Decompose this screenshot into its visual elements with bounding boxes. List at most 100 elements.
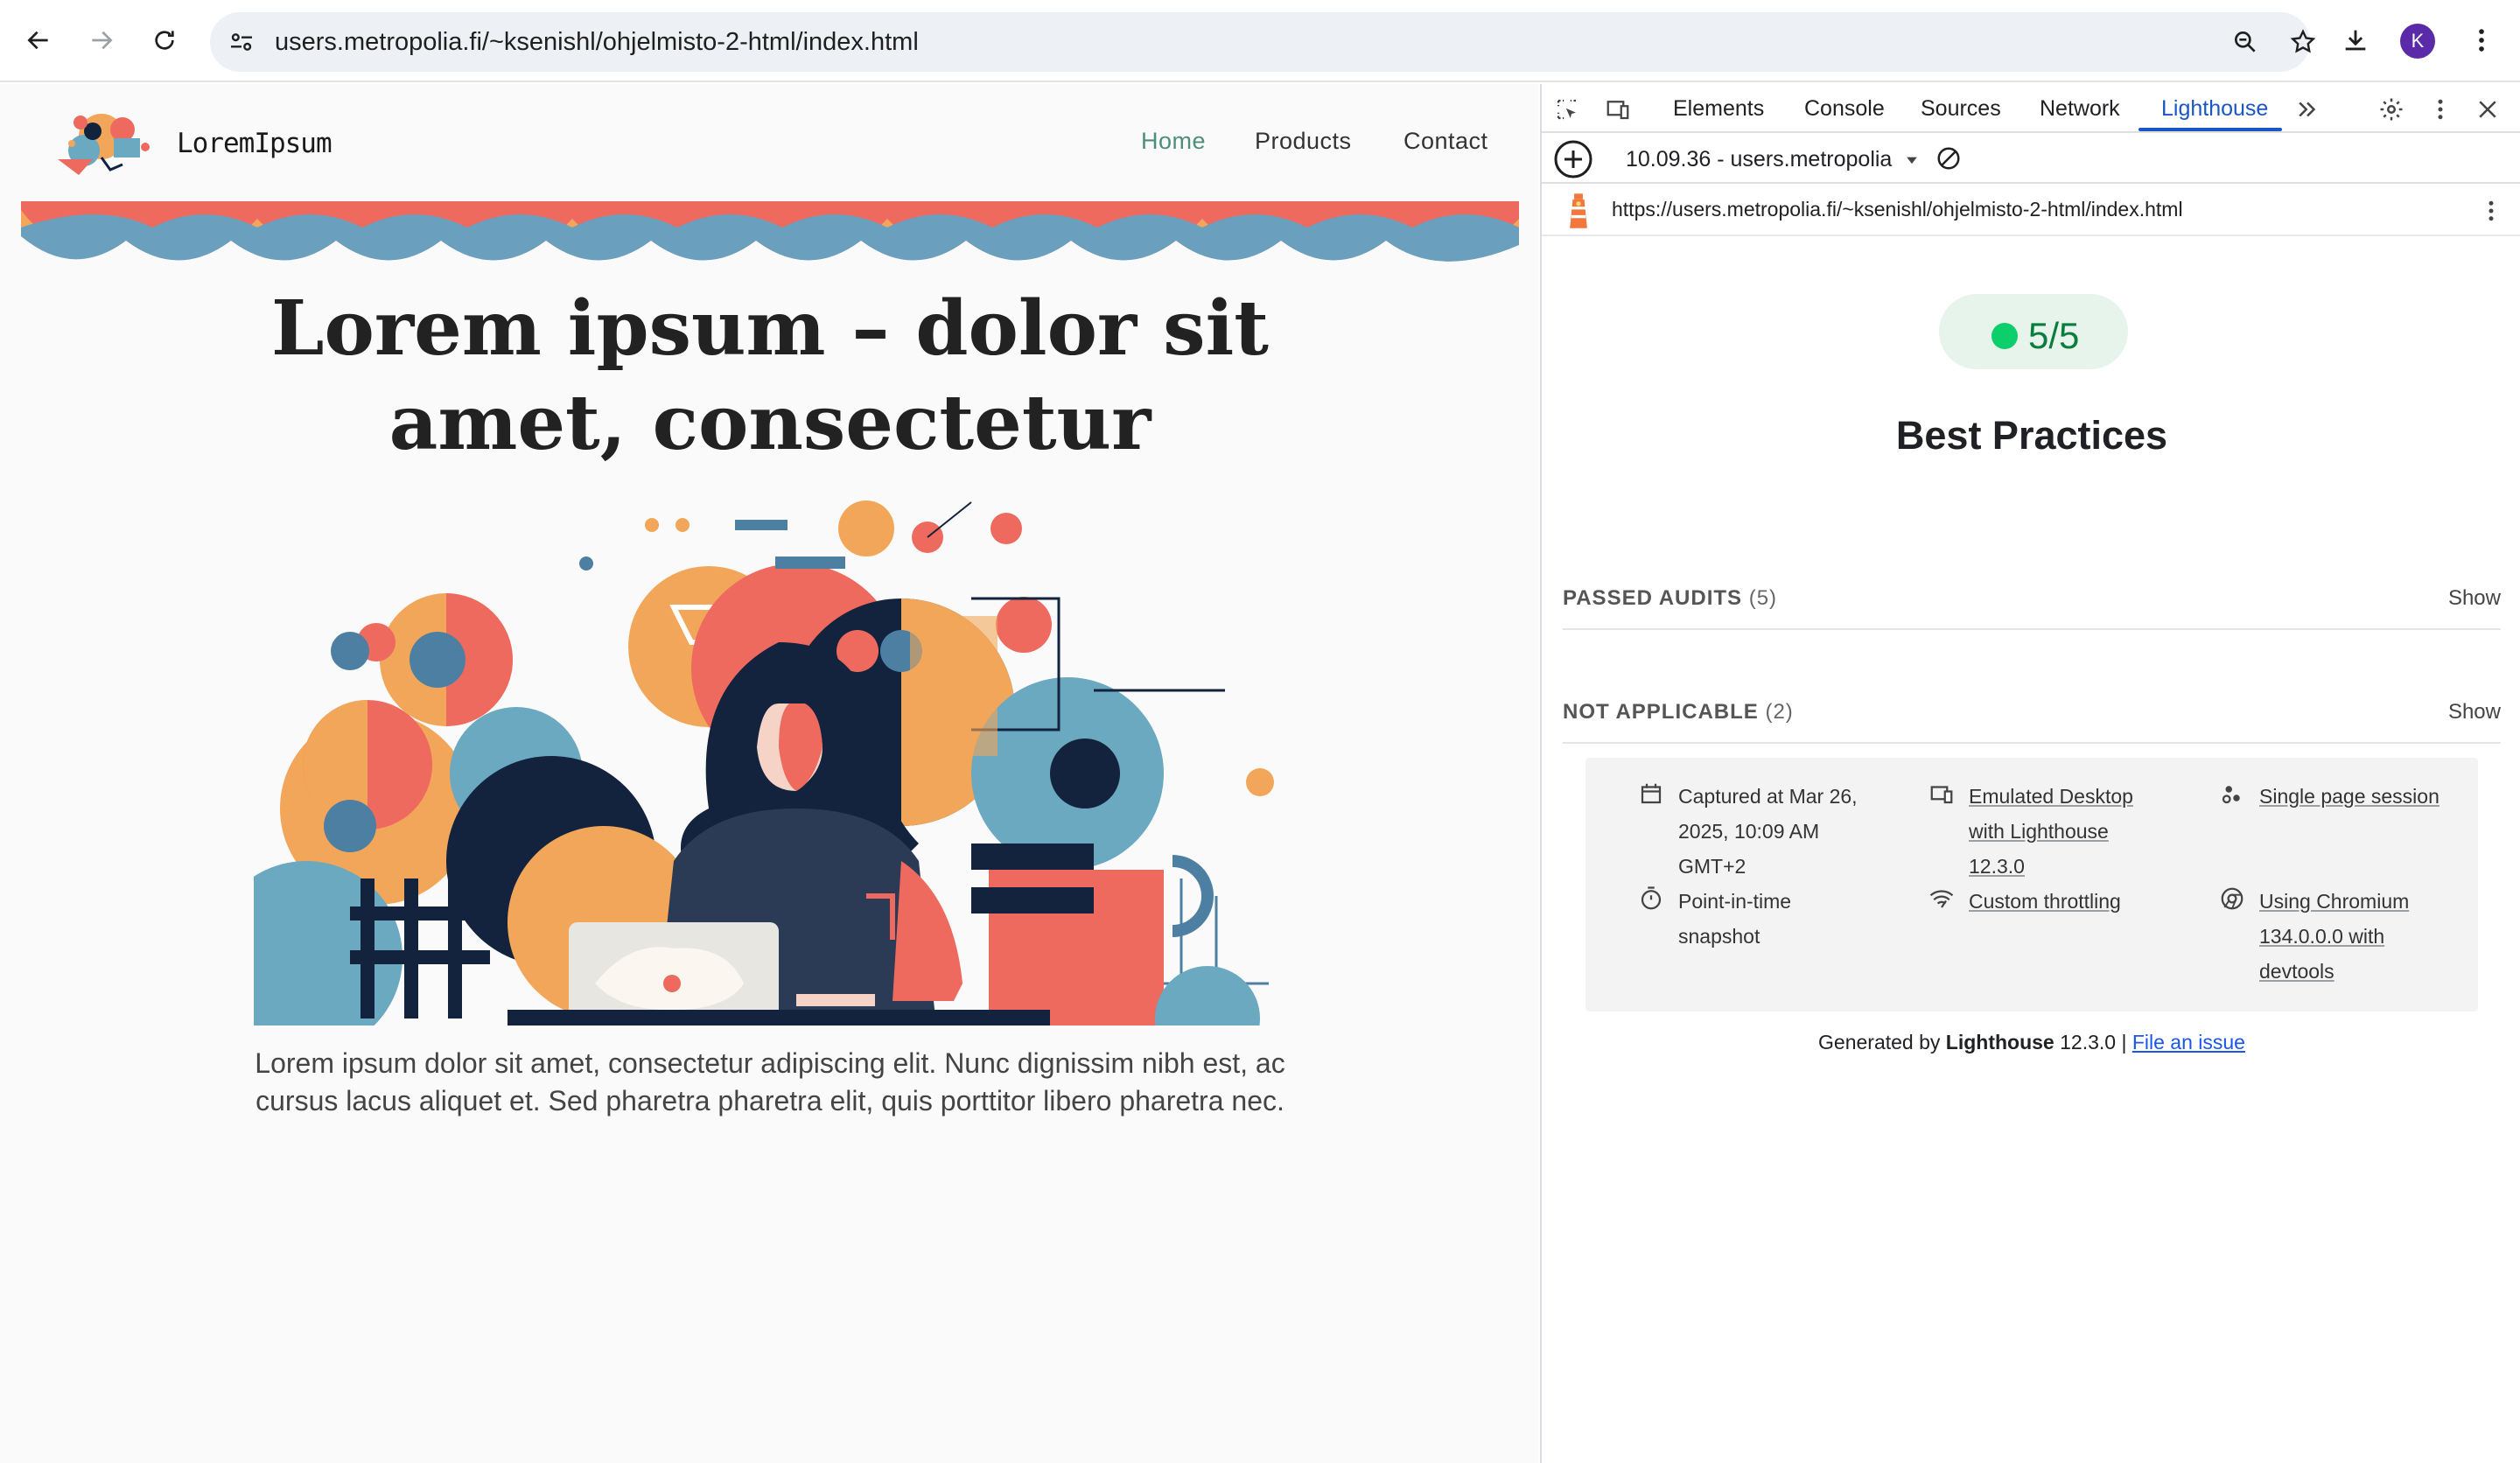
hero-paragraph-line-2: cursus lacus aliquet et. Sed pharetra ph… — [256, 1085, 1284, 1116]
meta-line: with Lighthouse — [1969, 820, 2109, 843]
meta-line: 12.3.0 — [1969, 855, 2025, 878]
reload-icon — [155, 31, 174, 50]
new-report-button[interactable] — [1549, 140, 1598, 178]
bookmark-button[interactable] — [2286, 24, 2320, 60]
score-badge: 5/5 — [1939, 294, 2128, 369]
device-toolbar-button[interactable] — [1603, 94, 1633, 124]
run-metadata-panel: Captured at Mar 26, 2025, 10:09 AM GMT+2… — [1586, 758, 2478, 1012]
meta-snapshot-text: Point-in-time snapshot — [1678, 884, 1791, 954]
lighthouse-toolbar: 10.09.36 - users.metropolia.fi — [1542, 133, 2520, 184]
tab-console[interactable]: Console — [1804, 96, 1885, 122]
decorative-wave-banner — [21, 201, 1519, 262]
zoom-icon — [2235, 31, 2256, 52]
meta-line: Single page session — [2259, 785, 2440, 808]
logo-icon[interactable] — [49, 96, 163, 184]
meta-throttling-text[interactable]: Custom throttling — [1969, 884, 2121, 919]
logo-text[interactable]: LoremIpsum — [177, 128, 332, 159]
meta-emulated-text[interactable]: Emulated Desktop with Lighthouse 12.3.0 — [1969, 779, 2133, 884]
meta-line: 134.0.0.0 with — [2259, 925, 2385, 948]
meta-line: 2025, 10:09 AM — [1678, 820, 1820, 843]
audit-group-label: PASSED AUDITS — [1563, 586, 1743, 610]
chromium-icon — [2221, 887, 2244, 910]
gear-icon — [2380, 98, 2403, 121]
hero-paragraph-line-1: Lorem ipsum dolor sit amet, consectetur … — [255, 1047, 1285, 1079]
devices-icon — [1930, 786, 1953, 804]
clear-reports-button[interactable] — [1934, 144, 1964, 173]
report-url[interactable]: https://users.metropolia.fi/~ksenishl/oh… — [1612, 198, 2183, 221]
tab-elements[interactable]: Elements — [1673, 96, 1764, 122]
close-icon — [2479, 101, 2496, 118]
kebab-menu-icon — [2479, 29, 2484, 52]
audit-group-passed[interactable]: PASSED AUDITS (5) Show — [1563, 567, 2501, 630]
close-devtools-button[interactable] — [2473, 94, 2502, 124]
browser-toolbar: users.metropolia.fi/~ksenishl/ohjelmisto… — [0, 0, 2520, 82]
tab-lighthouse[interactable]: Lighthouse — [2161, 96, 2268, 122]
audit-group-not-applicable[interactable]: NOT APPLICABLE (2) Show — [1563, 681, 2501, 744]
category-title: Best Practices — [1895, 413, 2168, 458]
show-not-applicable-button[interactable]: Show — [2448, 700, 2501, 724]
reload-button[interactable] — [144, 19, 186, 61]
show-passed-audits-button[interactable]: Show — [2448, 586, 2501, 611]
nav-link-contact[interactable]: Contact — [1404, 128, 1488, 155]
browser-menu-button[interactable] — [2460, 19, 2502, 61]
meta-line: GMT+2 — [1678, 855, 1746, 878]
meta-line: snapshot — [1678, 925, 1760, 948]
more-tabs-button[interactable] — [2292, 94, 2322, 124]
report-menu-button[interactable] — [2476, 196, 2506, 226]
audit-group-label: NOT APPLICABLE — [1563, 700, 1759, 724]
audit-group-title: NOT APPLICABLE (2) — [1563, 700, 1794, 724]
file-issue-link[interactable]: File an issue — [2132, 1031, 2245, 1054]
download-icon — [2345, 30, 2366, 51]
audit-group-count: (2) — [1765, 700, 1794, 724]
devtools-menu-button[interactable] — [2426, 94, 2455, 124]
meta-line: Custom throttling — [1969, 890, 2121, 913]
report-select-dropdown[interactable] — [1897, 145, 1927, 175]
meta-session-text[interactable]: Single page session — [2259, 779, 2440, 814]
nav-link-home[interactable]: Home — [1141, 128, 1206, 155]
report-footer: Generated by Lighthouse 12.3.0 | File an… — [1542, 1031, 2520, 1054]
hero-title-line-1: Lorem ipsum – dolor sit — [270, 284, 1269, 373]
audit-group-title: PASSED AUDITS (5) — [1563, 586, 1777, 611]
plus-circle-icon — [1554, 140, 1592, 178]
back-arrow-icon — [27, 31, 48, 50]
footer-version: 12.3.0 | — [2054, 1031, 2132, 1054]
footer-prefix: Generated by — [1818, 1031, 1946, 1054]
devtools-settings-button[interactable] — [2376, 94, 2406, 124]
meta-chromium-text[interactable]: Using Chromium 134.0.0.0 with devtools — [2259, 884, 2409, 989]
session-icon — [2222, 786, 2240, 804]
address-url[interactable]: users.metropolia.fi/~ksenishl/ohjelmisto… — [275, 28, 919, 56]
meta-line: Using Chromium — [2259, 890, 2410, 913]
score-status-dot — [1992, 323, 2018, 349]
star-icon — [2290, 29, 2316, 53]
hero-title: Lorem ipsum – dolor sit amet, consectetu… — [158, 282, 1382, 471]
meta-line: Captured at Mar 26, — [1678, 785, 1858, 808]
site-header: LoremIpsum Home Products Contact — [0, 84, 1538, 201]
devtools-panel: Elements Console Sources Network Lightho… — [1540, 84, 2520, 1463]
forward-arrow-icon — [92, 31, 113, 50]
wifi-icon — [1929, 890, 1954, 908]
report-select[interactable]: 10.09.36 - users.metropolia.fi — [1626, 147, 1894, 172]
forward-button[interactable] — [80, 19, 122, 61]
tab-sources[interactable]: Sources — [1921, 96, 2001, 122]
kebab-menu-icon — [2488, 200, 2494, 221]
inspect-element-button[interactable] — [1552, 94, 1582, 124]
chevron-double-right-icon — [2299, 102, 2316, 117]
calendar-icon — [1641, 783, 1662, 804]
meta-line: Emulated Desktop — [1969, 785, 2133, 808]
audit-group-count: (5) — [1748, 586, 1778, 610]
kebab-menu-icon — [2438, 99, 2443, 120]
web-page-viewport: LoremIpsum Home Products Contact Lorem i… — [0, 84, 1538, 1463]
zoom-button[interactable] — [2228, 24, 2263, 60]
meta-line: Point-in-time — [1678, 890, 1792, 913]
stopwatch-icon — [1641, 886, 1662, 910]
address-bar[interactable]: users.metropolia.fi/~ksenishl/ohjelmisto… — [210, 12, 2316, 72]
back-button[interactable] — [18, 19, 60, 61]
hero-paragraph: Lorem ipsum dolor sit amet, consectetur … — [131, 1045, 1409, 1120]
profile-avatar[interactable]: K — [2400, 24, 2435, 59]
lighthouse-logo-icon — [1570, 193, 1587, 228]
downloads-button[interactable] — [2334, 19, 2376, 61]
tab-network[interactable]: Network — [2040, 96, 2120, 122]
site-info-icon[interactable] — [228, 28, 256, 56]
nav-link-products[interactable]: Products — [1255, 128, 1352, 155]
active-tab-indicator — [2138, 128, 2282, 131]
